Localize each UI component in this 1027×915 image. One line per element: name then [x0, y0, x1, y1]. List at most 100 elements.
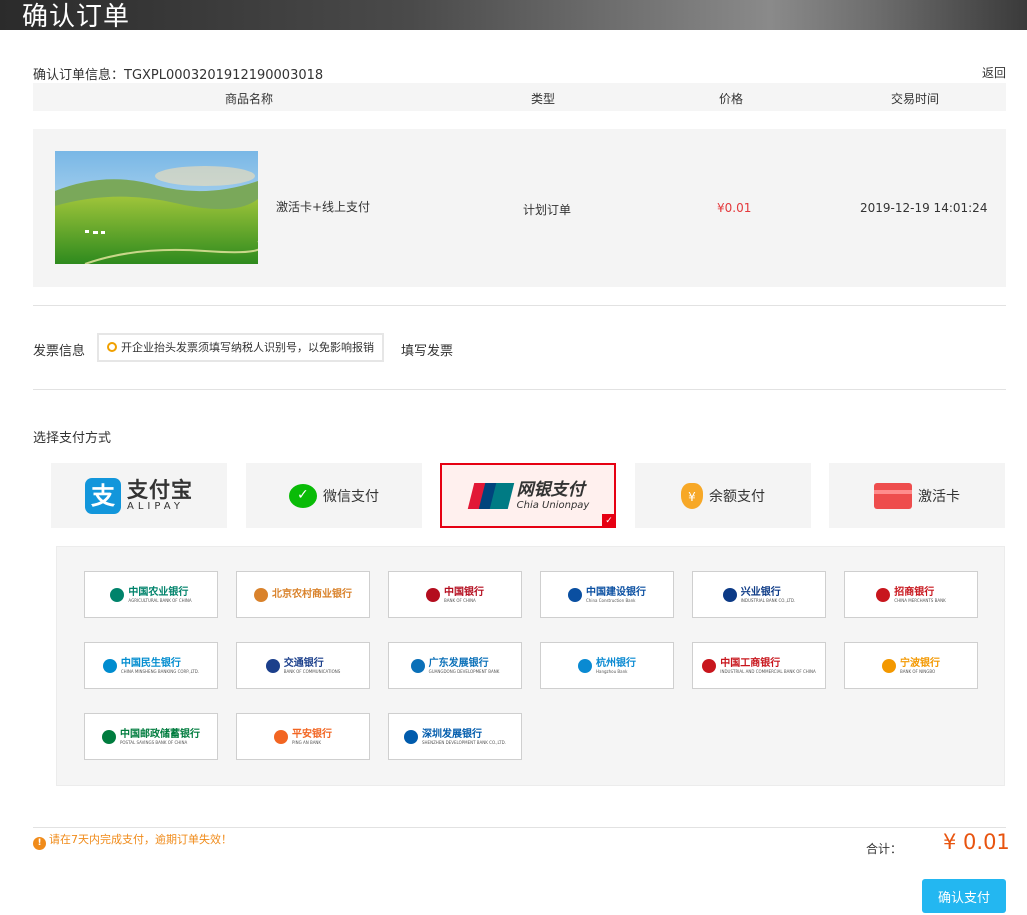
bank-logo-icon	[882, 658, 896, 673]
lightbulb-icon	[107, 342, 117, 352]
bank-name: 中国农业银行	[128, 586, 189, 598]
divider	[33, 389, 1006, 390]
page-header: 确认订单	[0, 0, 1027, 30]
table-row: 激活卡+线上支付 计划订单 ¥0.01 2019-12-19 14:01:24	[33, 129, 1006, 287]
bank-option[interactable]: 杭州银行 Hangzhou Bank	[540, 642, 674, 689]
confirm-payment-button[interactable]: 确认支付	[922, 879, 1006, 913]
bank-option[interactable]: 中国农业银行 AGRICULTURAL BANK OF CHINA	[84, 571, 218, 618]
bank-name-en: GUANGDONG DEVELOPMENT BANK	[428, 668, 500, 674]
bank-logo-icon	[254, 587, 268, 602]
unionpay-icon	[467, 482, 514, 509]
bank-name: 杭州银行	[596, 657, 636, 669]
bank-name-en: PING AN BANK	[292, 739, 322, 745]
bank-option[interactable]: 招商银行 CHINA MERCHANTS BANK	[844, 571, 978, 618]
order-time: 2019-12-19 14:01:24	[860, 201, 988, 215]
bank-name: 平安银行	[292, 728, 332, 740]
bank-name-en: BANK OF CHINA	[444, 597, 476, 603]
bank-name-en: Hangzhou Bank	[596, 668, 628, 674]
alipay-icon: 支	[85, 477, 121, 514]
divider	[33, 305, 1006, 306]
bank-logo-icon	[568, 587, 582, 602]
bank-logo-icon	[876, 587, 891, 602]
bank-option[interactable]: 中国邮政储蓄银行 POSTAL SAVINGS BANK OF CHINA	[84, 713, 218, 760]
bank-name-en: China Construction Bank	[586, 597, 636, 603]
bank-name: 北京农村商业银行	[272, 589, 352, 600]
bank-name: 深圳发展银行	[422, 728, 482, 740]
bank-option[interactable]: 交通银行 BANK OF COMMUNICATIONS	[236, 642, 370, 689]
bank-name-en: CHINA MERCHANTS BANK	[894, 597, 946, 603]
bank-logo-icon	[410, 658, 425, 673]
payment-method-label: 选择支付方式	[33, 431, 112, 446]
bank-logo-icon	[102, 658, 117, 673]
bank-logo-icon	[578, 658, 592, 673]
bank-logo-icon	[110, 587, 125, 602]
invoice-tip: 开企业抬头发票须填写纳税人识别号，以免影响报销	[97, 333, 384, 362]
card-icon	[874, 482, 912, 509]
bank-option[interactable]: 平安银行 PING AN BANK	[236, 713, 370, 760]
bank-name: 中国工商银行	[720, 657, 781, 669]
money-bag-icon: ¥	[681, 482, 703, 509]
table-header: 商品名称 类型 价格 交易时间	[33, 83, 1006, 111]
fill-invoice-link[interactable]: 填写发票	[401, 340, 453, 359]
warning-text: 请在7天内完成支付，逾期订单失效！	[49, 833, 232, 846]
bank-name-en: CHINA MINSHENG BANKING CORP.,LTD.	[120, 668, 200, 674]
column-header-time: 交易时间	[891, 92, 940, 106]
invoice-label: 发票信息	[33, 344, 86, 359]
bank-name: 中国银行	[444, 586, 484, 598]
pay-option-unionpay[interactable]: 网银支付 Chia Unionpay ✓	[440, 463, 616, 528]
product-name: 激活卡+线上支付	[276, 200, 371, 214]
bank-name: 招商银行	[894, 586, 935, 598]
order-type: 计划订单	[523, 203, 572, 217]
bank-option[interactable]: 中国工商银行 INDUSTRIAL AND COMMERCIAL BANK OF …	[692, 642, 826, 689]
column-header-price: 价格	[719, 92, 744, 106]
payment-deadline-warning: ! 请在7天内完成支付，逾期订单失效！	[33, 831, 232, 850]
bank-option[interactable]: 中国建设银行 China Construction Bank	[540, 571, 674, 618]
bank-name-en: BANK OF NINGBO	[900, 668, 936, 674]
bank-name: 宁波银行	[900, 657, 940, 669]
product-thumbnail	[55, 151, 258, 264]
order-info: 确认订单信息：TGXPL0003201912190003018	[33, 64, 323, 83]
pay-option-balance[interactable]: ¥ 余额支付	[635, 463, 811, 528]
bank-option[interactable]: 深圳发展银行 SHENZHEN DEVELOPMENT BANK CO.,LTD.	[388, 713, 522, 760]
bank-option[interactable]: 中国银行 BANK OF CHINA	[388, 571, 522, 618]
bank-name: 兴业银行	[740, 586, 781, 598]
order-info-label: 确认订单信息：	[33, 68, 125, 83]
bank-logo-icon	[702, 658, 717, 673]
bank-option[interactable]: 宁波银行 BANK OF NINGBO	[844, 642, 978, 689]
alipay-sublabel: ALIPAY	[127, 500, 184, 512]
balance-label: 余额支付	[709, 488, 765, 505]
warning-icon: !	[33, 837, 46, 850]
bank-name: 交通银行	[283, 657, 324, 669]
bank-name: 中国邮政储蓄银行	[120, 728, 200, 740]
bank-name-en: POSTAL SAVINGS BANK OF CHINA	[120, 739, 188, 745]
selected-check-icon: ✓	[602, 514, 616, 528]
invoice-tip-text: 开企业抬头发票须填写纳税人识别号，以免影响报销	[121, 341, 374, 354]
bank-name-en: BANK OF COMMUNICATIONS	[283, 668, 341, 674]
pay-option-wechat[interactable]: 微信支付	[246, 463, 422, 528]
order-number: TGXPL0003201912190003018	[124, 68, 324, 83]
bank-name: 中国民生银行	[120, 657, 181, 669]
back-link[interactable]: 返回	[982, 64, 1006, 81]
page-title: 确认订单	[22, 2, 131, 30]
bank-name-en: AGRICULTURAL BANK OF CHINA	[128, 597, 192, 603]
card-label: 激活卡	[918, 488, 960, 505]
bank-logo-icon	[265, 658, 280, 673]
bank-logo-icon	[274, 729, 288, 744]
bank-logo-icon	[102, 729, 116, 744]
bank-name-en: INDUSTRIAL BANK CO.,LTD.	[740, 597, 796, 603]
divider	[33, 827, 1006, 828]
bank-option[interactable]: 广东发展银行 GUANGDONG DEVELOPMENT BANK	[388, 642, 522, 689]
pay-option-alipay[interactable]: 支 支付宝 ALIPAY	[51, 463, 227, 528]
wechat-icon	[289, 483, 317, 508]
bank-option[interactable]: 中国民生银行 CHINA MINSHENG BANKING CORP.,LTD.	[84, 642, 218, 689]
alipay-label: 支付宝	[127, 477, 193, 502]
bank-name-en: INDUSTRIAL AND COMMERCIAL BANK OF CHINA	[720, 668, 816, 674]
pay-option-card[interactable]: 激活卡	[829, 463, 1005, 528]
bank-option[interactable]: 兴业银行 INDUSTRIAL BANK CO.,LTD.	[692, 571, 826, 618]
column-header-type: 类型	[531, 92, 556, 106]
bank-logo-icon	[722, 587, 737, 602]
wechat-label: 微信支付	[323, 488, 379, 505]
unionpay-sublabel: Chia Unionpay	[516, 499, 590, 511]
bank-option[interactable]: 北京农村商业银行	[236, 571, 370, 618]
total-amount: ¥ 0.01	[943, 830, 1010, 854]
